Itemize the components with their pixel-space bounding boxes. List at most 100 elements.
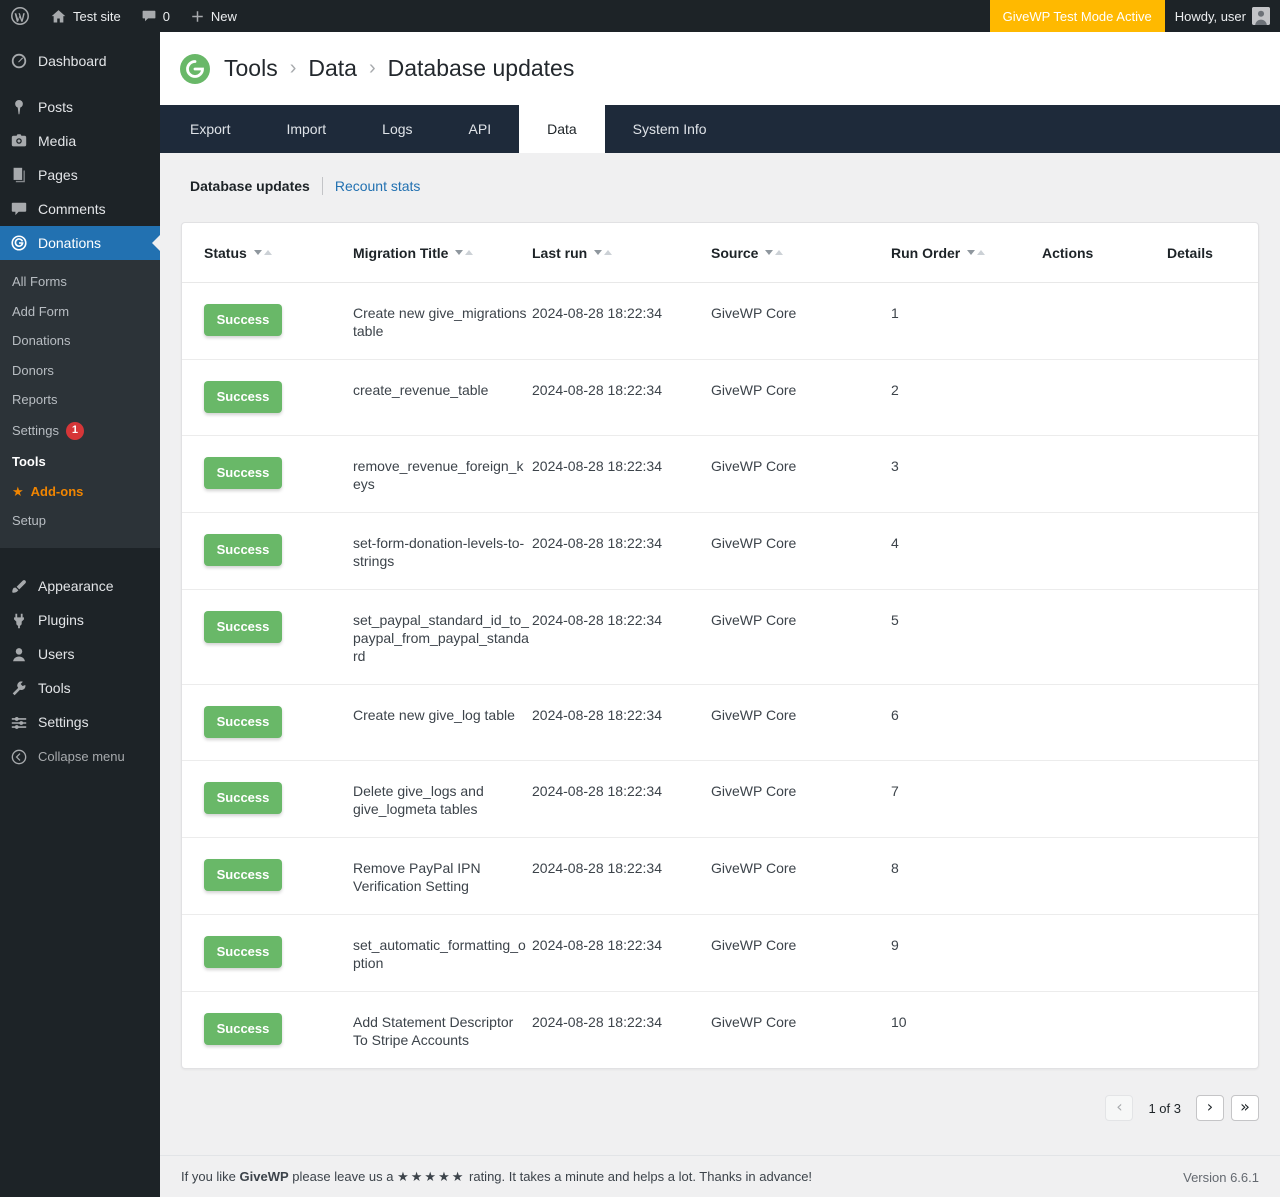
breadcrumb-data[interactable]: Data (308, 55, 357, 82)
sort-icon (967, 250, 985, 255)
migration-title-cell: remove_revenue_foreign_keys (353, 457, 532, 493)
submenu-item-donors[interactable]: Donors (0, 356, 160, 386)
table-row: Success set_paypal_standard_id_to_paypal… (182, 589, 1258, 684)
rating-stars-link[interactable]: ★★★★★ (397, 1170, 465, 1185)
submenu-item-donations[interactable]: Donations (0, 326, 160, 356)
sidebar-item-label: Comments (38, 201, 106, 218)
column-header-migration-title[interactable]: Migration Title (353, 245, 532, 261)
sidebar-item-settings[interactable]: Settings (0, 706, 160, 740)
table-row: Success Remove PayPal IPN Verification S… (182, 837, 1258, 914)
plugins-icon (10, 612, 28, 630)
update-count-badge: 1 (66, 422, 84, 440)
sidebar-item-pages[interactable]: Pages (0, 158, 160, 192)
tab-data[interactable]: Data (519, 105, 605, 153)
collapse-menu-button[interactable]: Collapse menu (0, 740, 160, 774)
breadcrumb-separator: › (369, 57, 376, 80)
footer-text: please leave us a (292, 1169, 393, 1184)
comments-count: 0 (163, 9, 170, 24)
column-header-run-order[interactable]: Run Order (891, 245, 1042, 261)
status-cell: Success (204, 936, 353, 968)
test-mode-badge[interactable]: GiveWP Test Mode Active (990, 0, 1165, 32)
tools-icon (10, 680, 28, 698)
status-badge: Success (204, 534, 282, 566)
breadcrumb-tools[interactable]: Tools (224, 55, 278, 82)
migration-title-cell: set-form-donation-levels-to-strings (353, 534, 532, 570)
donations-submenu: All Forms Add Form Donations Donors Repo… (0, 260, 160, 548)
footer-text: If you like (181, 1169, 236, 1184)
submenu-item-addons[interactable]: ★ Add-ons (0, 477, 160, 507)
sidebar-item-label: Pages (38, 167, 78, 184)
sidebar-item-label: Settings (38, 714, 89, 731)
pagination: ‹ 1 of 3 › » (181, 1095, 1259, 1121)
last-page-button[interactable]: » (1231, 1095, 1259, 1121)
sidebar-item-tools[interactable]: Tools (0, 672, 160, 706)
wordpress-menu[interactable] (0, 0, 40, 32)
column-header-source[interactable]: Source (711, 245, 891, 261)
status-cell: Success (204, 381, 353, 413)
last-run-cell: 2024-08-28 18:22:34 (532, 457, 711, 475)
comments-counter[interactable]: 0 (131, 0, 180, 32)
next-page-button[interactable]: › (1196, 1095, 1224, 1121)
submenu-item-setup[interactable]: Setup (0, 506, 160, 536)
column-header-status[interactable]: Status (204, 245, 353, 261)
dashboard-icon (10, 52, 28, 70)
page-header: Tools › Data › Database updates (160, 32, 1280, 105)
sidebar-item-label: Tools (38, 680, 71, 697)
site-link[interactable]: Test site (40, 0, 131, 32)
sort-icon (254, 250, 272, 255)
admin-bar: Test site 0 New GiveWP Test Mode Active … (0, 0, 1280, 32)
last-run-cell: 2024-08-28 18:22:34 (532, 706, 711, 724)
migration-title-cell: set_automatic_formatting_option (353, 936, 532, 972)
run-order-cell: 4 (891, 534, 1042, 552)
submenu-item-all-forms[interactable]: All Forms (0, 267, 160, 297)
last-run-cell: 2024-08-28 18:22:34 (532, 381, 711, 399)
users-icon (10, 646, 28, 664)
page-status: 1 of 3 (1148, 1101, 1181, 1116)
migration-title-cell: set_paypal_standard_id_to_paypal_from_pa… (353, 611, 532, 665)
submenu-label: Donors (12, 363, 54, 379)
tab-export[interactable]: Export (162, 105, 258, 153)
sidebar-item-dashboard[interactable]: Dashboard (0, 44, 160, 78)
main-content: Tools › Data › Database updates Export I… (160, 32, 1280, 1197)
last-run-cell: 2024-08-28 18:22:34 (532, 936, 711, 954)
column-header-last-run[interactable]: Last run (532, 245, 711, 261)
tab-import[interactable]: Import (258, 105, 354, 153)
appearance-icon (10, 578, 28, 596)
menu-separator (0, 78, 160, 90)
table-row: Success set_automatic_formatting_option … (182, 914, 1258, 991)
sidebar-item-appearance[interactable]: Appearance (0, 570, 160, 604)
sidebar-item-comments[interactable]: Comments (0, 192, 160, 226)
sidebar-item-label: Dashboard (38, 53, 107, 70)
sidebar-item-donations[interactable]: Donations (0, 226, 160, 260)
status-badge: Success (204, 859, 282, 891)
pages-icon (10, 166, 28, 184)
subnav-recount-stats-link[interactable]: Recount stats (335, 178, 421, 194)
sidebar-item-media[interactable]: Media (0, 124, 160, 158)
submenu-item-reports[interactable]: Reports (0, 385, 160, 415)
sidebar-item-label: Plugins (38, 612, 84, 629)
migration-title-cell: Create new give_migrations table (353, 304, 532, 340)
sidebar-item-posts[interactable]: Posts (0, 90, 160, 124)
account-menu[interactable]: Howdy, user (1165, 0, 1280, 32)
tab-logs[interactable]: Logs (354, 105, 440, 153)
submenu-item-settings[interactable]: Settings 1 (0, 415, 160, 447)
sidebar-item-label: Donations (38, 235, 101, 252)
admin-sidebar: Dashboard Posts Media Pages Comments (0, 32, 160, 1197)
tab-api[interactable]: API (441, 105, 520, 153)
prev-page-button[interactable]: ‹ (1105, 1095, 1133, 1121)
sidebar-item-plugins[interactable]: Plugins (0, 604, 160, 638)
sidebar-item-label: Posts (38, 99, 73, 116)
subnav-divider (322, 177, 323, 195)
version-label: Version 6.6.1 (1183, 1170, 1259, 1185)
wordpress-logo-icon (10, 6, 30, 26)
submenu-item-tools[interactable]: Tools (0, 447, 160, 477)
source-cell: GiveWP Core (711, 782, 891, 800)
submenu-item-add-form[interactable]: Add Form (0, 297, 160, 327)
source-cell: GiveWP Core (711, 457, 891, 475)
migration-title-cell: Create new give_log table (353, 706, 532, 724)
status-cell: Success (204, 534, 353, 566)
new-content-button[interactable]: New (180, 0, 247, 32)
tab-system-info[interactable]: System Info (605, 105, 735, 153)
sidebar-item-users[interactable]: Users (0, 638, 160, 672)
table-body: Success Create new give_migrations table… (182, 283, 1258, 1068)
